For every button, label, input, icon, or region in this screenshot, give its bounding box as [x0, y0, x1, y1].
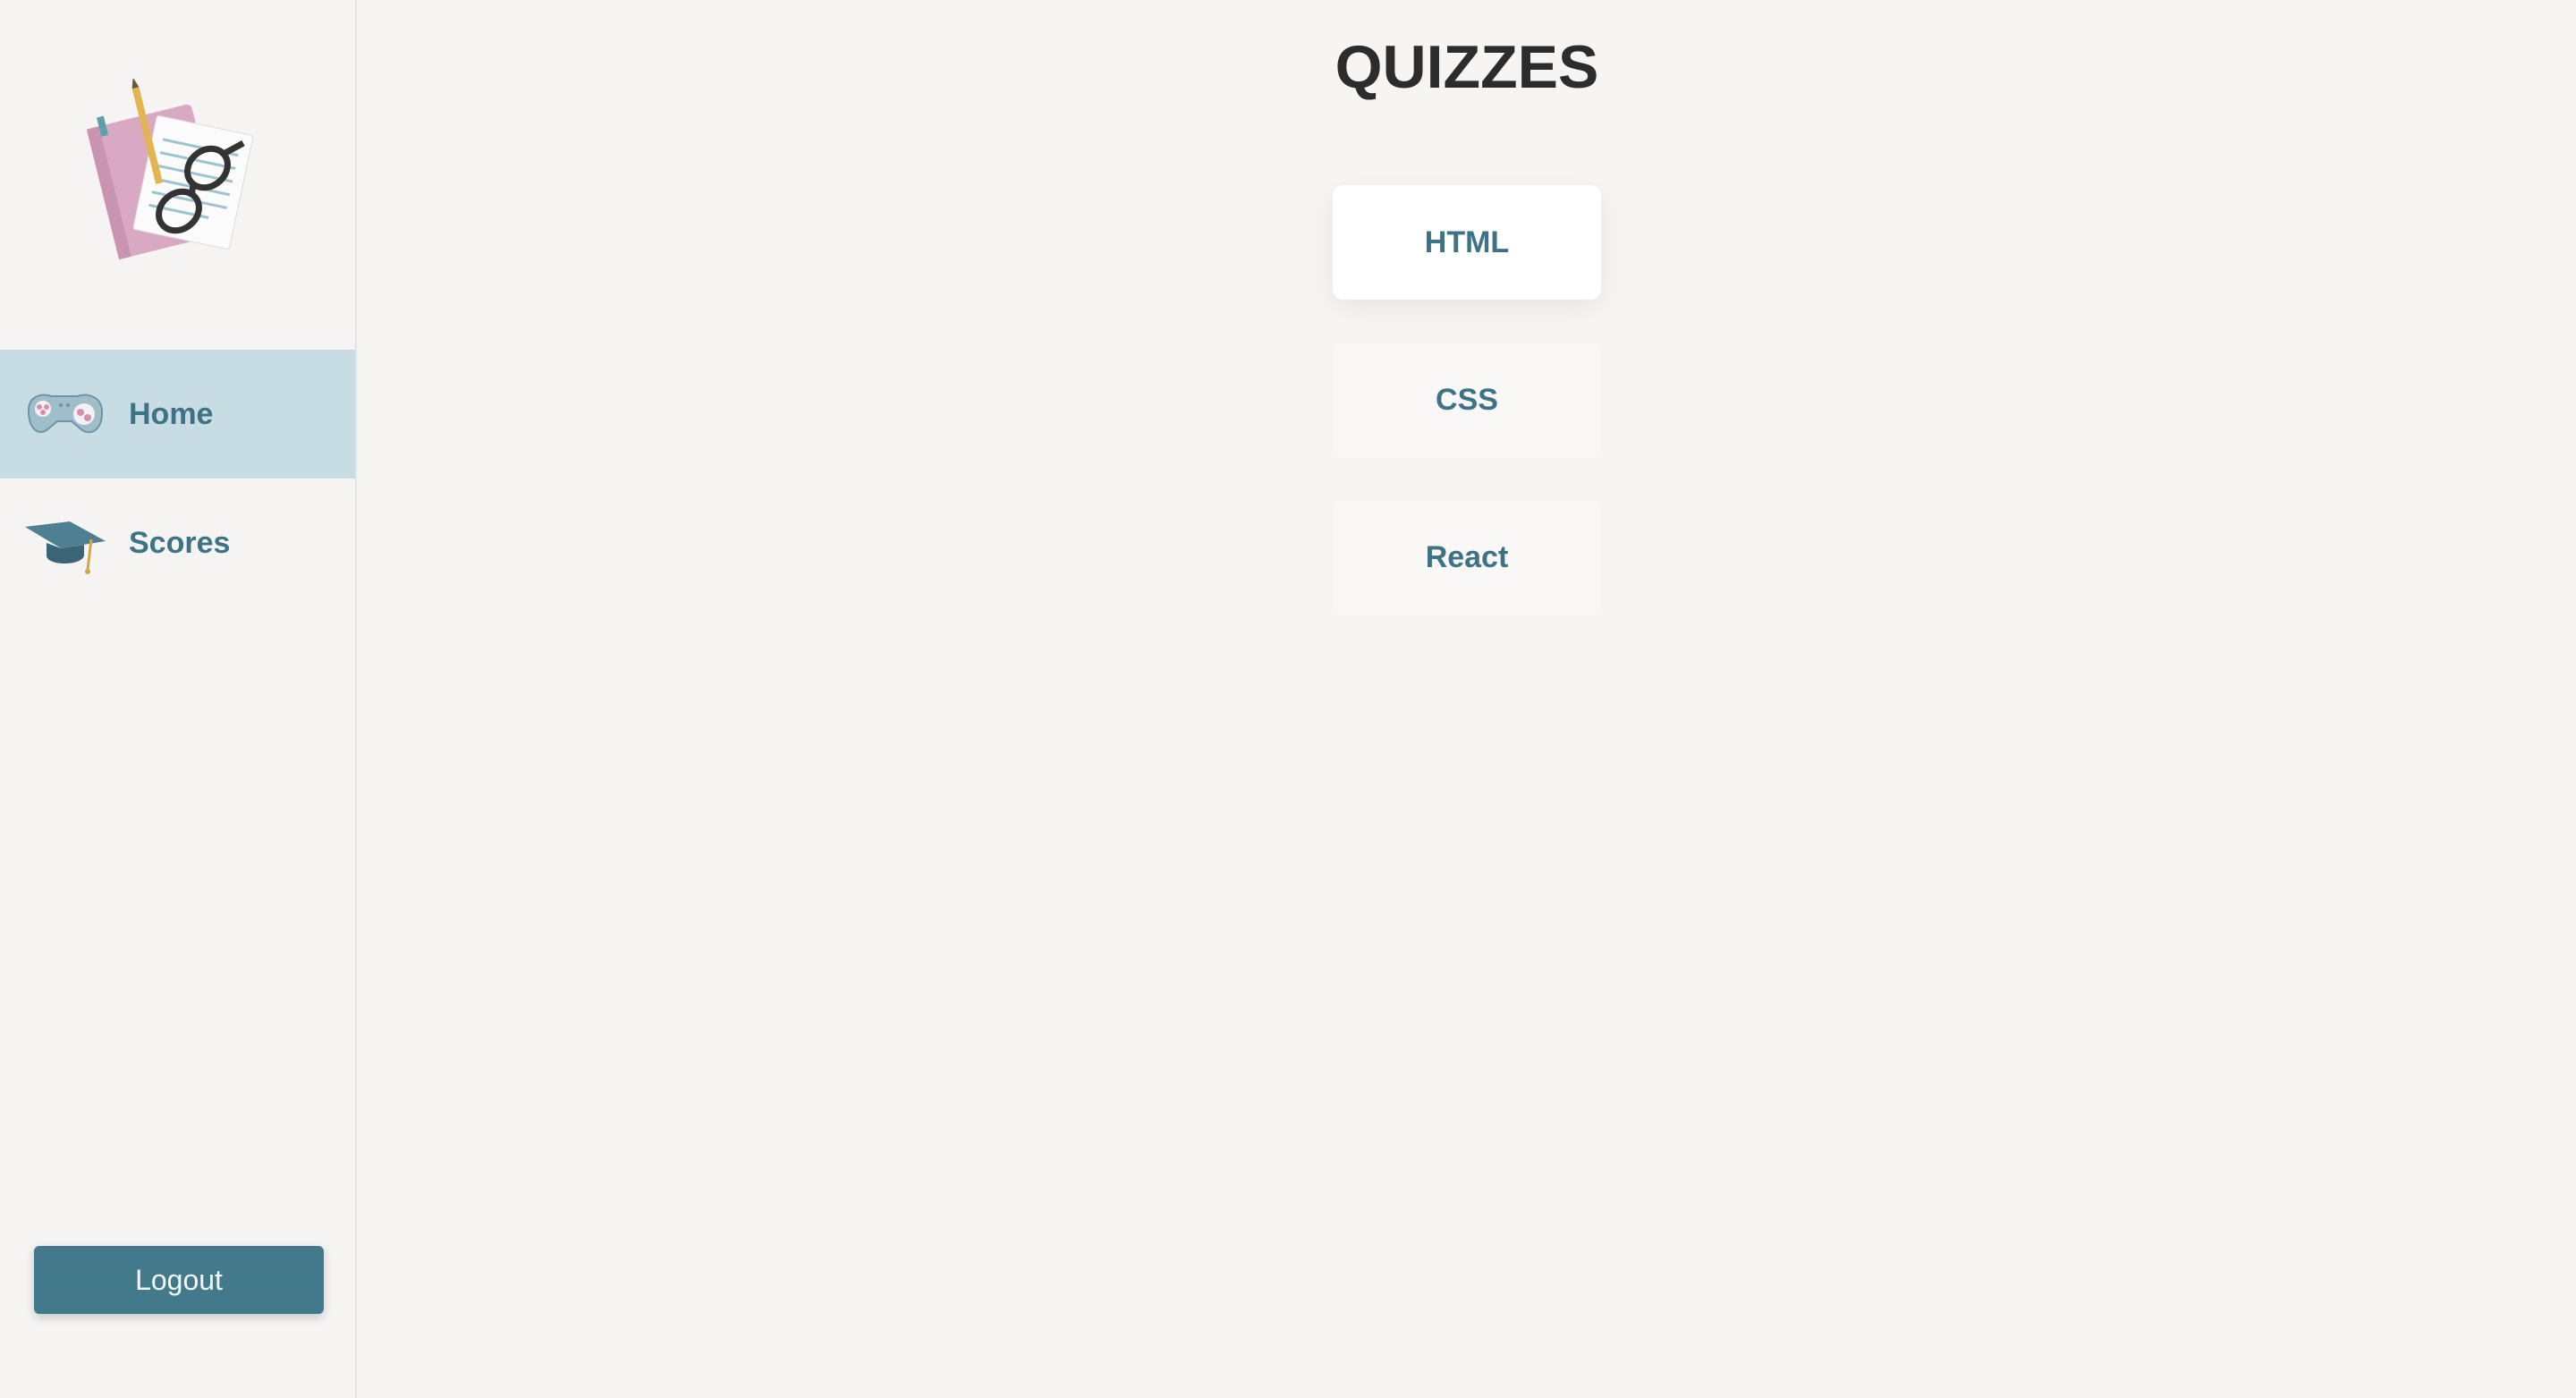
sidebar-item-scores[interactable]: Scores	[0, 479, 355, 607]
graduation-cap-icon	[20, 507, 109, 579]
logout-button[interactable]: Logout	[34, 1246, 324, 1314]
sidebar-item-label: Home	[129, 396, 214, 431]
gamepad-icon	[20, 378, 109, 450]
quiz-card-react[interactable]: React	[1333, 500, 1601, 614]
page-title: QUIZZES	[1335, 33, 1599, 101]
notebook-glasses-icon	[82, 77, 261, 267]
sidebar-item-label: Scores	[129, 525, 231, 560]
app-root: Home Scores Logout QUIZZES HTML CSS Reac…	[0, 0, 2576, 1398]
sidebar-item-home[interactable]: Home	[0, 350, 355, 479]
quiz-card-html[interactable]: HTML	[1333, 185, 1601, 300]
sidebar: Home Scores Logout	[0, 0, 357, 1398]
quiz-card-css[interactable]: CSS	[1333, 343, 1601, 457]
